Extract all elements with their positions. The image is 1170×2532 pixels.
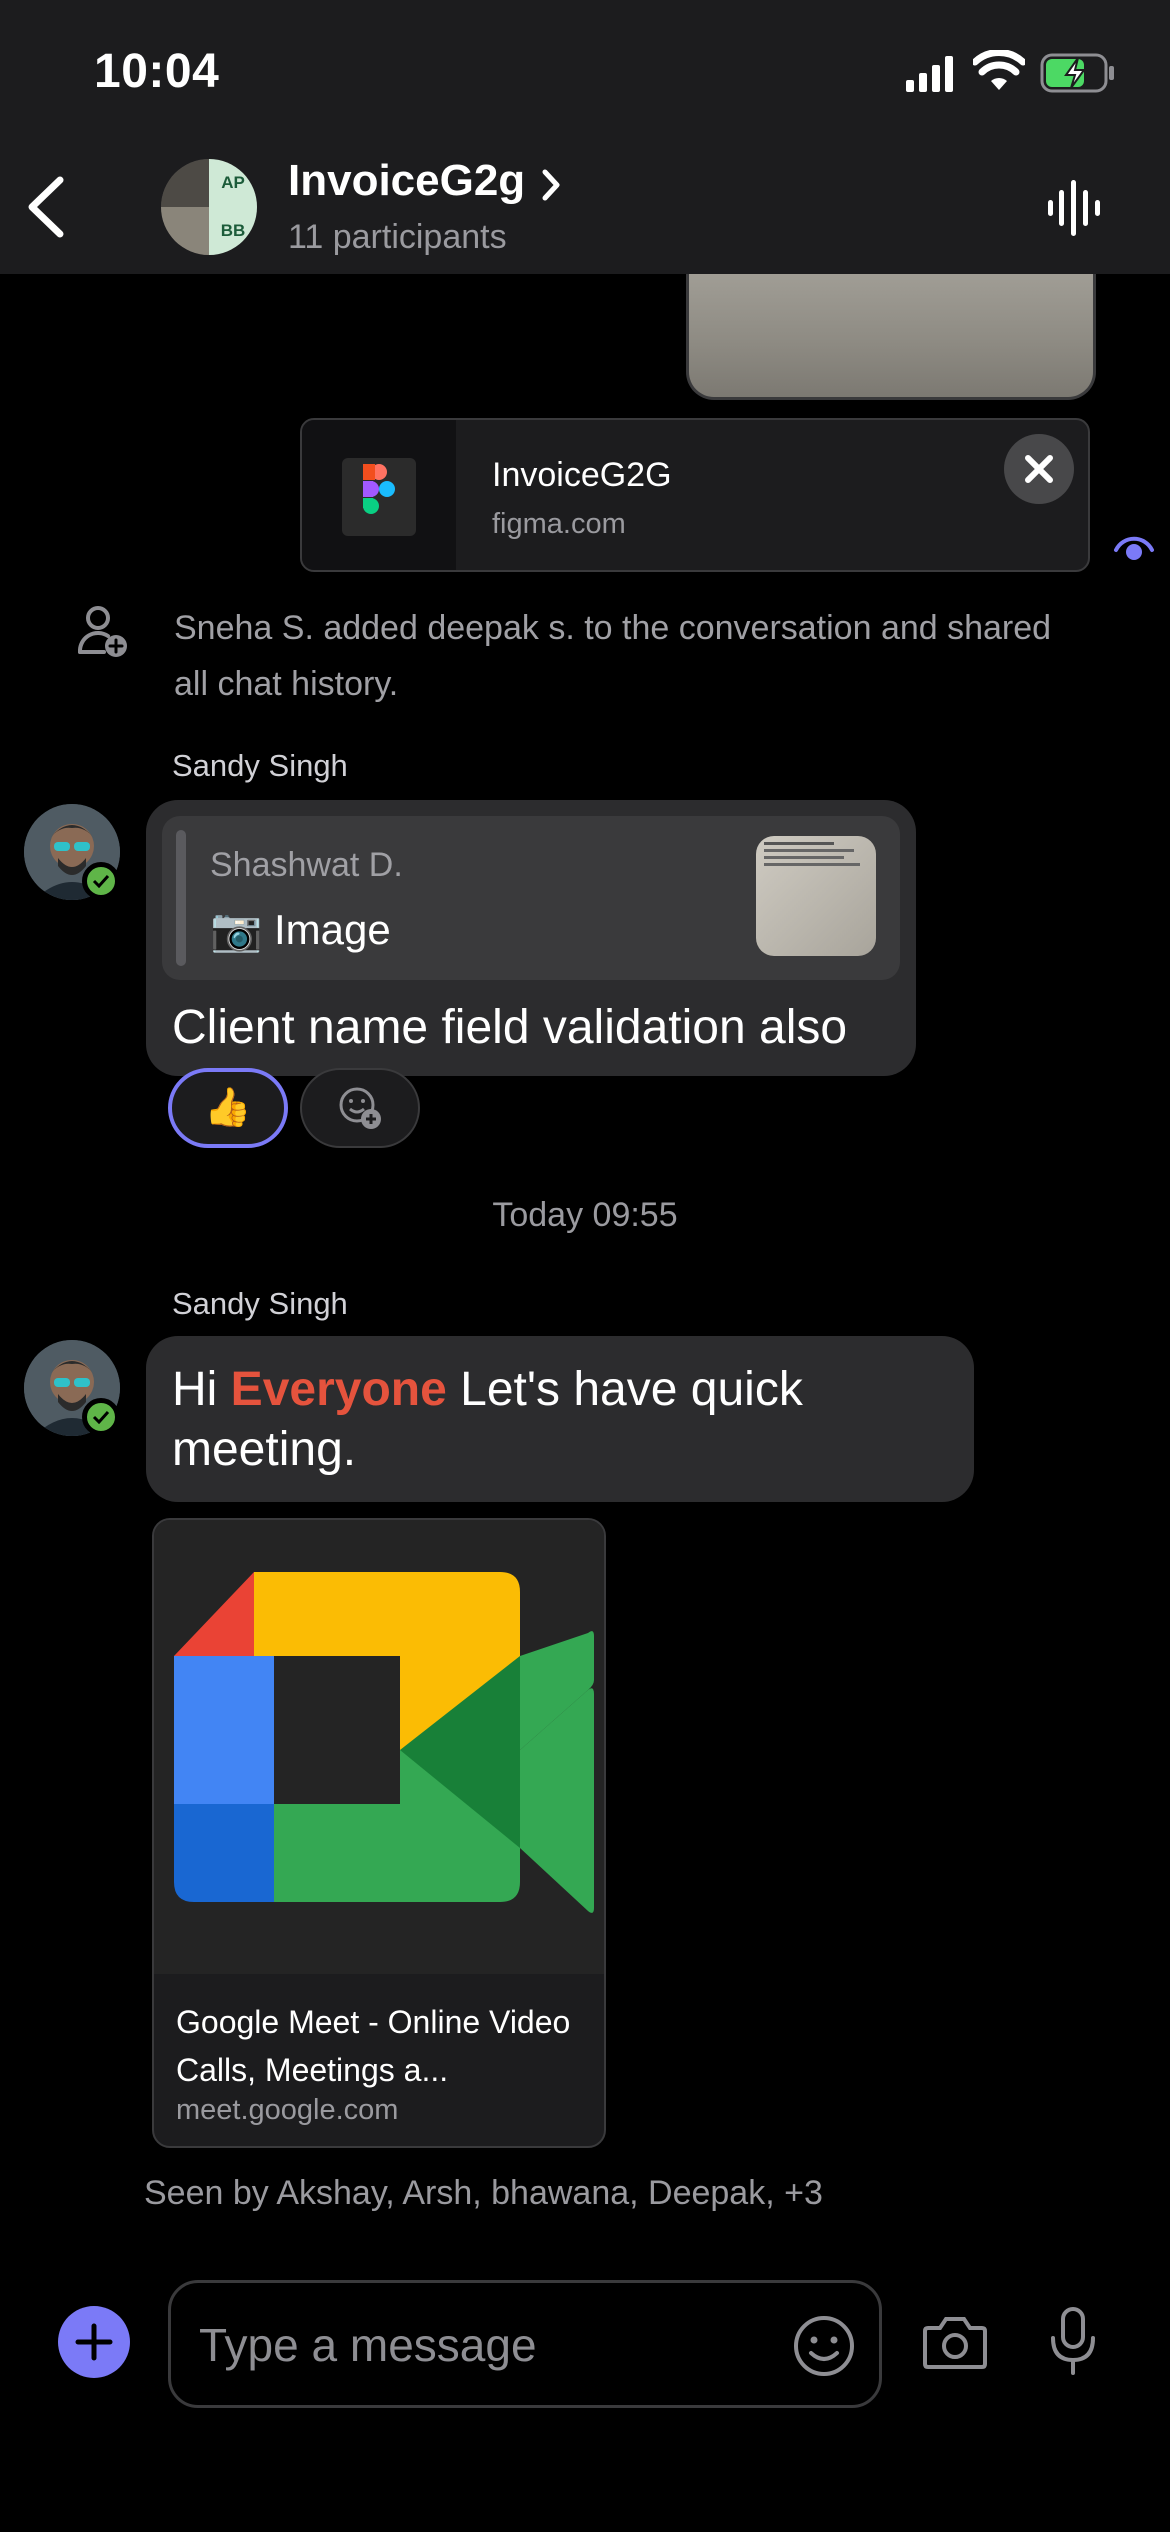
add-emoji-icon	[339, 1087, 381, 1129]
mention-everyone[interactable]: Everyone	[231, 1363, 447, 1416]
message-text: Client name field validation also	[172, 1001, 848, 1054]
link-preview-thumbnail	[302, 420, 456, 570]
chevron-right-icon[interactable]	[540, 167, 562, 203]
message-bubble[interactable]: Hi Everyone Let's have quick meeting.	[146, 1336, 974, 1502]
google-meet-logo-icon	[154, 1520, 604, 1974]
microphone-icon[interactable]	[1048, 2306, 1098, 2376]
quote-bar	[176, 830, 186, 966]
add-attachment-button[interactable]	[58, 2306, 130, 2378]
add-person-icon	[78, 606, 127, 657]
close-icon	[1025, 455, 1053, 483]
camera-icon[interactable]	[922, 2314, 988, 2370]
top-bar: 10:04 AP BB InvoiceG2g 11 participants	[0, 0, 1170, 274]
emoji-icon[interactable]	[791, 2313, 857, 2379]
sender-name: Sandy Singh	[172, 1286, 348, 1321]
meet-link-title: Google Meet - Online Video Calls, Meetin…	[176, 2004, 571, 2088]
online-status-badge	[82, 862, 120, 900]
status-time: 10:04	[94, 45, 220, 98]
message-bubble[interactable]: Shashwat D. 📷 Image Client name field va…	[146, 800, 916, 1076]
previous-image-attachment[interactable]	[686, 274, 1096, 400]
conversation-title[interactable]: InvoiceG2g	[288, 156, 525, 206]
message-input[interactable]	[199, 2309, 759, 2381]
check-icon	[92, 1410, 110, 1424]
reaction-thumbs-up[interactable]: 👍	[168, 1068, 288, 1148]
sender-name: Sandy Singh	[172, 748, 348, 783]
avatar-photo-quadrant	[161, 207, 209, 255]
message-text: Hi Everyone Let's have quick meeting.	[172, 1360, 952, 1480]
audio-call-icon[interactable]	[1046, 180, 1102, 236]
quoted-type-label: 📷 Image	[210, 906, 391, 953]
link-preview-card[interactable]: InvoiceG2G figma.com	[300, 418, 1090, 572]
close-preview-button[interactable]	[1004, 434, 1074, 504]
quoted-author: Shashwat D.	[210, 846, 403, 884]
battery-charging-icon	[1040, 53, 1114, 93]
back-chevron-icon[interactable]	[22, 174, 68, 240]
check-icon	[92, 874, 110, 888]
avatar-initials-bb: BB	[209, 207, 257, 255]
seen-by-status[interactable]: Seen by Akshay, Arsh, bhawana, Deepak, +…	[144, 2174, 823, 2213]
meet-link-preview-card[interactable]: Google Meet - Online Video Calls, Meetin…	[152, 1518, 606, 2148]
link-preview-title: InvoiceG2G	[492, 456, 672, 494]
avatar-initials-ap: AP	[209, 159, 257, 207]
system-message: Sneha S. added deepak s. to the conversa…	[174, 609, 1052, 703]
date-separator: Today 09:55	[492, 1196, 678, 1234]
add-reaction-button[interactable]	[300, 1068, 420, 1148]
message-text-before: Hi	[172, 1363, 231, 1416]
cellular-signal-icon	[906, 56, 953, 92]
message-composer[interactable]	[168, 2280, 882, 2408]
seen-eye-icon	[1114, 536, 1154, 560]
quoted-image-thumbnail	[756, 836, 876, 956]
figma-logo-icon	[342, 458, 416, 536]
participants-count: 11 participants	[288, 218, 507, 256]
wifi-icon	[973, 50, 1025, 90]
quoted-message[interactable]: Shashwat D. 📷 Image	[162, 816, 900, 980]
avatar-photo-quadrant	[161, 159, 209, 207]
plus-icon	[75, 2323, 113, 2361]
meet-link-domain: meet.google.com	[176, 2094, 399, 2126]
group-avatar[interactable]: AP BB	[161, 159, 257, 255]
online-status-badge	[82, 1398, 120, 1436]
link-preview-domain: figma.com	[492, 508, 626, 540]
